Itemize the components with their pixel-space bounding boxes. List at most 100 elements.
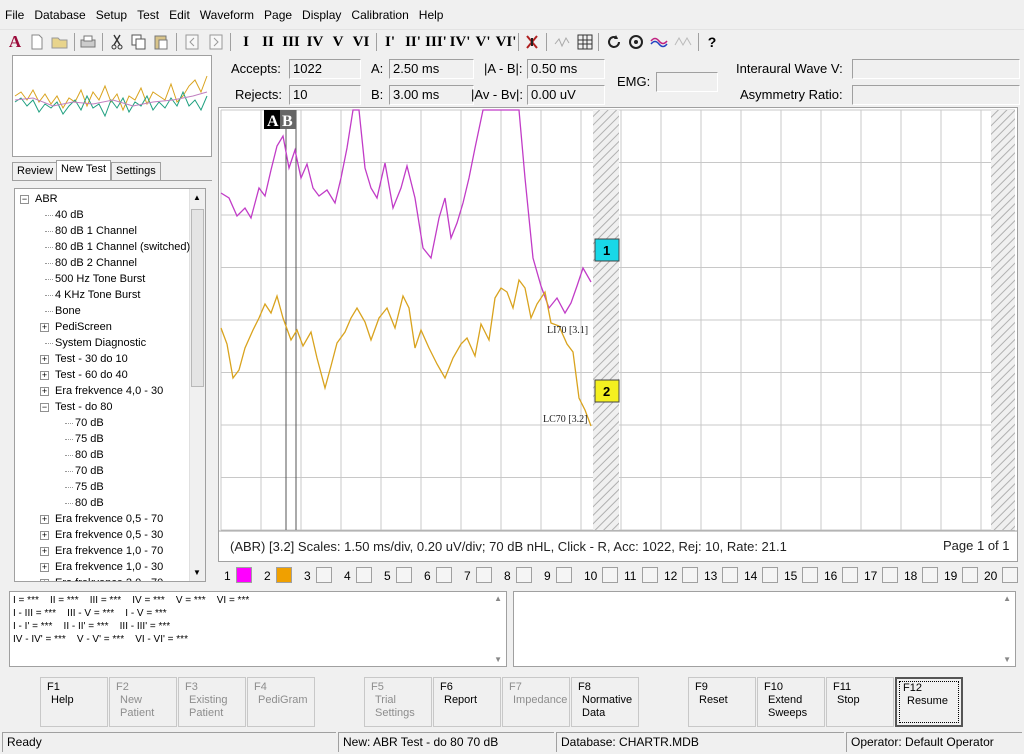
fkey-f10-button[interactable]: F10 Extend Sweeps (757, 677, 825, 727)
fkey-f2-button[interactable]: F2 New Patient (109, 677, 177, 727)
channel-17-swatch[interactable] (882, 567, 898, 583)
scroll-up-icon[interactable]: ▲ (1003, 594, 1011, 603)
menu-file[interactable]: File (0, 0, 29, 22)
channel-20-swatch[interactable] (1002, 567, 1018, 583)
fkey-f3-button[interactable]: F3 Existing Patient (178, 677, 246, 727)
channel-10-swatch[interactable] (602, 567, 618, 583)
tree-item[interactable]: 80 dB (75, 447, 104, 463)
cut-icon[interactable] (108, 32, 126, 52)
channel-11-label[interactable]: 11 (624, 566, 636, 586)
channel-4-swatch[interactable] (356, 567, 372, 583)
tree-item[interactable]: Test - do 80 (55, 399, 112, 415)
tree-item[interactable]: Era frekvence 2,0 - 70 (55, 575, 163, 581)
channel-14-label[interactable]: 14 (744, 566, 757, 586)
wave-iv-button[interactable]: IV (304, 32, 326, 52)
scroll-up-icon[interactable]: ▲ (494, 594, 502, 603)
channel-4-label[interactable]: 4 (344, 566, 351, 586)
channel-3-label[interactable]: 3 (304, 566, 311, 586)
wave-vi-button[interactable]: VI (350, 32, 372, 52)
expand-icon[interactable]: + (40, 515, 49, 524)
tree-item[interactable]: Bone (55, 303, 81, 319)
channel-16-swatch[interactable] (842, 567, 858, 583)
tree-item[interactable]: System Diagnostic (55, 335, 146, 351)
menu-help[interactable]: Help (414, 0, 449, 22)
expand-icon[interactable]: + (40, 531, 49, 540)
channel-10-label[interactable]: 10 (584, 566, 597, 586)
tree-item[interactable]: Era frekvence 0,5 - 30 (55, 527, 163, 543)
channel-1-swatch[interactable] (236, 567, 252, 583)
wave-ii-prime-button[interactable]: II' (402, 32, 424, 52)
scroll-down-icon[interactable]: ▼ (193, 568, 201, 577)
channel-2-label[interactable]: 2 (264, 566, 271, 586)
channel-7-swatch[interactable] (476, 567, 492, 583)
stimulus-icon[interactable] (626, 32, 646, 52)
channel-20-label[interactable]: 20 (984, 566, 997, 586)
delete-marker-icon[interactable] (522, 32, 542, 52)
grid-toggle-icon[interactable] (574, 32, 596, 52)
fkey-f8-button[interactable]: F8 Normative Data (571, 677, 639, 727)
channel-9-swatch[interactable] (556, 567, 572, 583)
tree-item[interactable]: Era frekvence 1,0 - 70 (55, 543, 163, 559)
tree-item[interactable]: 80 dB 2 Channel (55, 255, 137, 271)
expand-icon[interactable]: + (40, 563, 49, 572)
channel-17-label[interactable]: 17 (864, 566, 877, 586)
menu-calibration[interactable]: Calibration (346, 0, 413, 22)
tree-item[interactable]: 80 dB 1 Channel (55, 223, 137, 239)
channel-15-label[interactable]: 15 (784, 566, 797, 586)
menu-database[interactable]: Database (29, 0, 90, 22)
wave-i-button[interactable]: I (236, 32, 256, 52)
tree-item[interactable]: 80 dB (75, 495, 104, 511)
channel-3-swatch[interactable] (316, 567, 332, 583)
channel-1-label[interactable]: 1 (224, 566, 231, 586)
channel-18-swatch[interactable] (922, 567, 938, 583)
collapse-icon[interactable]: − (40, 403, 49, 412)
tree-scroll-thumb[interactable] (191, 209, 204, 387)
tab-review[interactable]: Review (12, 162, 59, 180)
font-icon[interactable]: A (6, 32, 24, 52)
tree-item[interactable]: 75 dB (75, 431, 104, 447)
refresh-icon[interactable] (604, 32, 624, 52)
menu-test[interactable]: Test (132, 0, 164, 22)
channel-18-label[interactable]: 18 (904, 566, 917, 586)
tree-item[interactable]: Era frekvence 1,0 - 30 (55, 559, 163, 575)
wave-iii-button[interactable]: III (280, 32, 302, 52)
tree-item[interactable]: Era frekvence 0,5 - 70 (55, 511, 163, 527)
copy-icon[interactable] (130, 32, 148, 52)
fkey-f11-button[interactable]: F11 Stop (826, 677, 894, 727)
tree-item[interactable]: ABR (35, 191, 58, 207)
tree-item[interactable]: Test - 60 do 40 (55, 367, 128, 383)
waveform-plot[interactable]: A B LI70 [3.1] LC70 [3.2] 1 2 (ABR) [3.2… (218, 107, 1018, 562)
tree-item[interactable]: 500 Hz Tone Burst (55, 271, 145, 287)
expand-icon[interactable]: + (40, 371, 49, 380)
help-context-icon[interactable]: ? (702, 32, 722, 52)
channel-19-swatch[interactable] (962, 567, 978, 583)
menu-waveform[interactable]: Waveform (195, 0, 259, 22)
tab-new-test[interactable]: New Test (56, 160, 112, 180)
channel-5-label[interactable]: 5 (384, 566, 391, 586)
channel-11-swatch[interactable] (642, 567, 658, 583)
tree-item[interactable]: 70 dB (75, 463, 104, 479)
channel-12-swatch[interactable] (682, 567, 698, 583)
fkey-f5-button[interactable]: F5 Trial Settings (364, 677, 432, 727)
channel-12-label[interactable]: 12 (664, 566, 677, 586)
wave-v-button[interactable]: V (328, 32, 348, 52)
tree-item[interactable]: 70 dB (75, 415, 104, 431)
channel-16-label[interactable]: 16 (824, 566, 837, 586)
paste-icon[interactable] (152, 32, 170, 52)
tree-item[interactable]: PediScreen (55, 319, 112, 335)
channel-6-label[interactable]: 6 (424, 566, 431, 586)
channel-8-swatch[interactable] (516, 567, 532, 583)
menu-display[interactable]: Display (297, 0, 346, 22)
tree-item[interactable]: 75 dB (75, 479, 104, 495)
menu-edit[interactable]: Edit (164, 0, 195, 22)
expand-icon[interactable]: + (40, 547, 49, 556)
scroll-down-icon[interactable]: ▼ (494, 655, 502, 664)
tree-scrollbar[interactable]: ▲ ▼ (189, 189, 205, 581)
wave-iii-prime-button[interactable]: III' (424, 32, 448, 52)
notes-panel[interactable]: ▲ ▼ (513, 591, 1016, 667)
print-icon[interactable] (78, 32, 98, 52)
tree-item[interactable]: 40 dB (55, 207, 84, 223)
wave-vi-prime-button[interactable]: VI' (494, 32, 518, 52)
fkey-f9-button[interactable]: F9 Reset (688, 677, 756, 727)
tab-settings[interactable]: Settings (111, 162, 161, 180)
